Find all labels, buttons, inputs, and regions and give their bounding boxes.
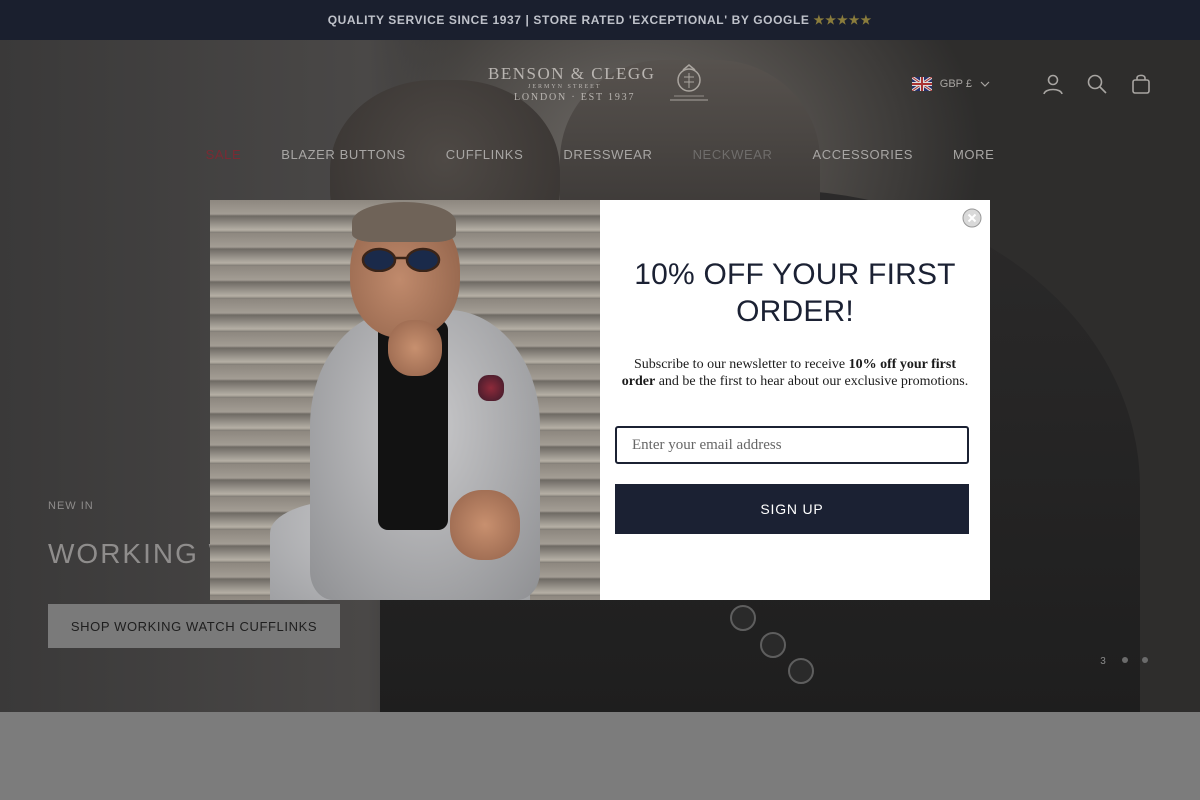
svg-text:3: 3	[1100, 656, 1106, 665]
modal-content: 10% OFF YOUR FIRST ORDER! Subscribe to o…	[600, 200, 990, 600]
model-hair	[352, 202, 456, 242]
announcement-text: QUALITY SERVICE SINCE 1937 | STORE RATED…	[327, 13, 810, 27]
logo-name: BENSON & CLEGG	[488, 64, 656, 83]
pocket-square	[478, 375, 504, 401]
email-input[interactable]	[615, 426, 969, 464]
slideshow-dots: 3	[1098, 655, 1148, 665]
search-icon[interactable]	[1086, 73, 1108, 95]
site-logo[interactable]: BENSON & CLEGG JERMYN STREET LONDON · ES…	[488, 64, 714, 108]
nav-item-cufflinks[interactable]: CUFFLINKS	[446, 147, 524, 162]
model-hand	[450, 490, 520, 560]
logo-est: LONDON · EST 1937	[514, 92, 636, 103]
sign-up-button[interactable]: SIGN UP	[615, 484, 969, 534]
close-icon[interactable]	[962, 208, 982, 228]
hero-cuff-button	[788, 658, 814, 684]
slide-dot[interactable]	[1142, 657, 1148, 663]
hero-cuff-button	[760, 632, 786, 658]
sunglasses-icon	[361, 247, 441, 272]
bag-icon[interactable]	[1130, 73, 1152, 95]
main-nav: SALE BLAZER BUTTONS CUFFLINKS DRESSWEAR …	[0, 147, 1200, 162]
slide-dot[interactable]	[1122, 657, 1128, 663]
slide-progress-indicator[interactable]: 3	[1098, 655, 1108, 665]
nav-item-accessories[interactable]: ACCESSORIES	[812, 147, 913, 162]
nav-item-dresswear[interactable]: DRESSWEAR	[563, 147, 652, 162]
desc-post: and be the first to hear about our exclu…	[655, 374, 969, 389]
currency-selector[interactable]: GBP £	[911, 77, 990, 91]
royal-crest-icon	[670, 64, 708, 101]
nav-item-sale[interactable]: SALE	[206, 147, 242, 162]
account-icon[interactable]	[1042, 73, 1064, 95]
nav-item-neckwear[interactable]: NECKWEAR	[693, 147, 773, 162]
nav-item-more[interactable]: MORE	[953, 147, 994, 162]
uk-flag-icon	[911, 77, 932, 91]
site-header: BENSON & CLEGG JERMYN STREET LONDON · ES…	[0, 40, 1200, 180]
hero-cuff-button	[730, 605, 756, 631]
hero-cta-button[interactable]: SHOP WORKING WATCH CUFFLINKS	[48, 604, 340, 648]
modal-image	[210, 200, 600, 600]
modal-description: Subscribe to our newsletter to receive 1…	[620, 356, 970, 390]
modal-title: 10% OFF YOUR FIRST ORDER!	[634, 258, 956, 328]
newsletter-modal: 10% OFF YOUR FIRST ORDER! Subscribe to o…	[210, 200, 990, 600]
desc-pre: Subscribe to our newsletter to receive	[633, 357, 849, 372]
hero-title: WORKING W	[48, 538, 238, 569]
currency-label: GBP £	[939, 78, 972, 90]
below-fold-section	[0, 712, 1200, 800]
announcement-bar: QUALITY SERVICE SINCE 1937 | STORE RATED…	[0, 0, 1200, 40]
rating-stars: ★★★★★	[813, 13, 873, 27]
hero-eyebrow: NEW IN	[48, 500, 94, 512]
nav-item-blazer-buttons[interactable]: BLAZER BUTTONS	[281, 147, 405, 162]
logo-street: JERMYN STREET	[528, 84, 602, 90]
model-hand-chin	[388, 320, 442, 376]
chevron-down-icon	[980, 81, 990, 87]
header-actions: GBP £	[911, 73, 1152, 95]
